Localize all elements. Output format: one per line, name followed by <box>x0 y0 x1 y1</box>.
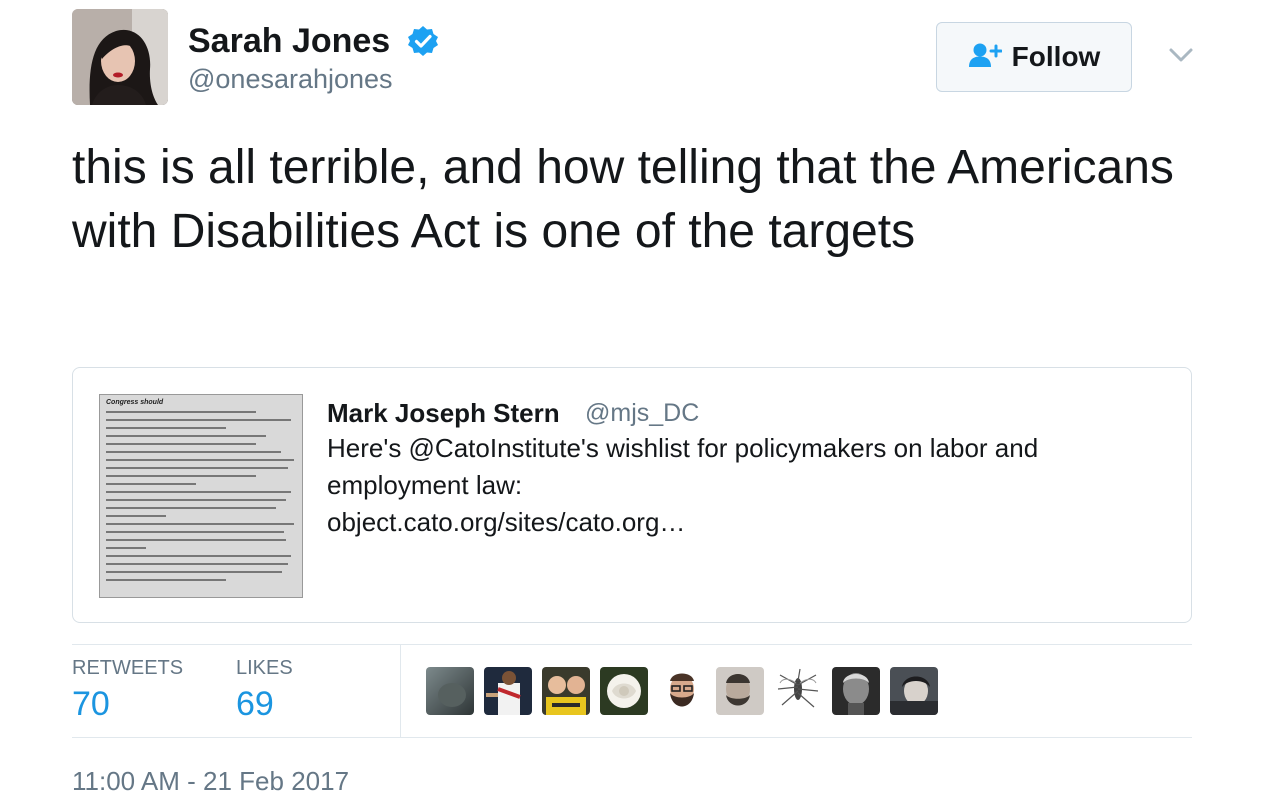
thumbnail-text-line <box>106 523 294 525</box>
quoted-tweet-text: Here's @CatoInstitute's wishlist for pol… <box>327 430 1147 541</box>
tweet-timestamp[interactable]: 11:00 AM - 21 Feb 2017 <box>72 766 349 797</box>
thumbnail-text-line <box>106 411 256 413</box>
stats-top-divider <box>72 644 1192 645</box>
quoted-text-line-2: employment law: <box>327 470 523 500</box>
follow-button[interactable]: Follow <box>936 22 1132 92</box>
user-avatar-3[interactable] <box>542 667 590 715</box>
quoted-text-line-1: Here's @CatoInstitute's wishlist for pol… <box>327 433 1039 463</box>
stats-bottom-divider <box>72 737 1192 738</box>
thumbnail-text-line <box>106 547 146 549</box>
thumbnail-text-line <box>106 459 294 461</box>
thumbnail-text-line <box>106 475 256 477</box>
author-avatar[interactable] <box>72 9 168 105</box>
likes-count[interactable]: 69 <box>236 685 274 724</box>
thumbnail-text-line <box>106 443 256 445</box>
thumbnail-text-line <box>106 419 291 421</box>
user-avatar-5[interactable] <box>658 667 706 715</box>
thumbnail-text-line <box>106 499 286 501</box>
thumbnail-text-line <box>106 563 288 565</box>
thumbnail-heading: Congress should <box>106 399 164 406</box>
quoted-author-name: Mark Joseph Stern <box>327 398 560 428</box>
stats-vertical-divider <box>400 645 401 737</box>
quoted-tweet-card[interactable]: Congress should Mark Joseph Stern @mjs_D… <box>72 367 1192 623</box>
add-user-icon <box>968 42 1003 73</box>
thumbnail-text-line <box>106 451 281 453</box>
thumbnail-text-line <box>106 531 284 533</box>
quoted-tweet-link[interactable]: object.cato.org/sites/cato.org… <box>327 504 1147 541</box>
user-avatar-8[interactable] <box>832 667 880 715</box>
user-avatar-9[interactable] <box>890 667 938 715</box>
thumbnail-text-line <box>106 491 291 493</box>
thumbnail-text-line <box>106 515 166 517</box>
author-display-name[interactable]: Sarah Jones <box>188 22 390 61</box>
thumbnail-text-line <box>106 435 266 437</box>
thumbnail-text-line <box>106 507 276 509</box>
quoted-author-handle: @mjs_DC <box>585 399 700 427</box>
thumbnail-text-line <box>106 539 286 541</box>
more-options-chevron-icon[interactable] <box>1166 40 1196 70</box>
tweet-text: this is all terrible, and how telling th… <box>72 141 1188 258</box>
retweets-count[interactable]: 70 <box>72 685 110 724</box>
thumbnail-text-line <box>106 579 226 581</box>
quoted-tweet-thumbnail[interactable]: Congress should <box>99 394 303 598</box>
user-avatar-6[interactable] <box>716 667 764 715</box>
thumbnail-text-line <box>106 555 291 557</box>
verified-badge-icon <box>406 24 440 58</box>
user-avatar-1[interactable] <box>426 667 474 715</box>
author-handle[interactable]: @onesarahjones <box>188 64 393 95</box>
thumbnail-text-line <box>106 427 226 429</box>
thumbnail-text-line <box>106 571 282 573</box>
retweets-label[interactable]: RETWEETS <box>72 657 183 680</box>
user-avatar-7[interactable] <box>774 667 822 715</box>
follow-button-label: Follow <box>1011 41 1101 72</box>
user-avatar-2[interactable] <box>484 667 532 715</box>
thumbnail-text-line <box>106 483 196 485</box>
user-avatar-4[interactable] <box>600 667 648 715</box>
likes-label[interactable]: LIKES <box>236 657 293 680</box>
thumbnail-text-line <box>106 467 288 469</box>
